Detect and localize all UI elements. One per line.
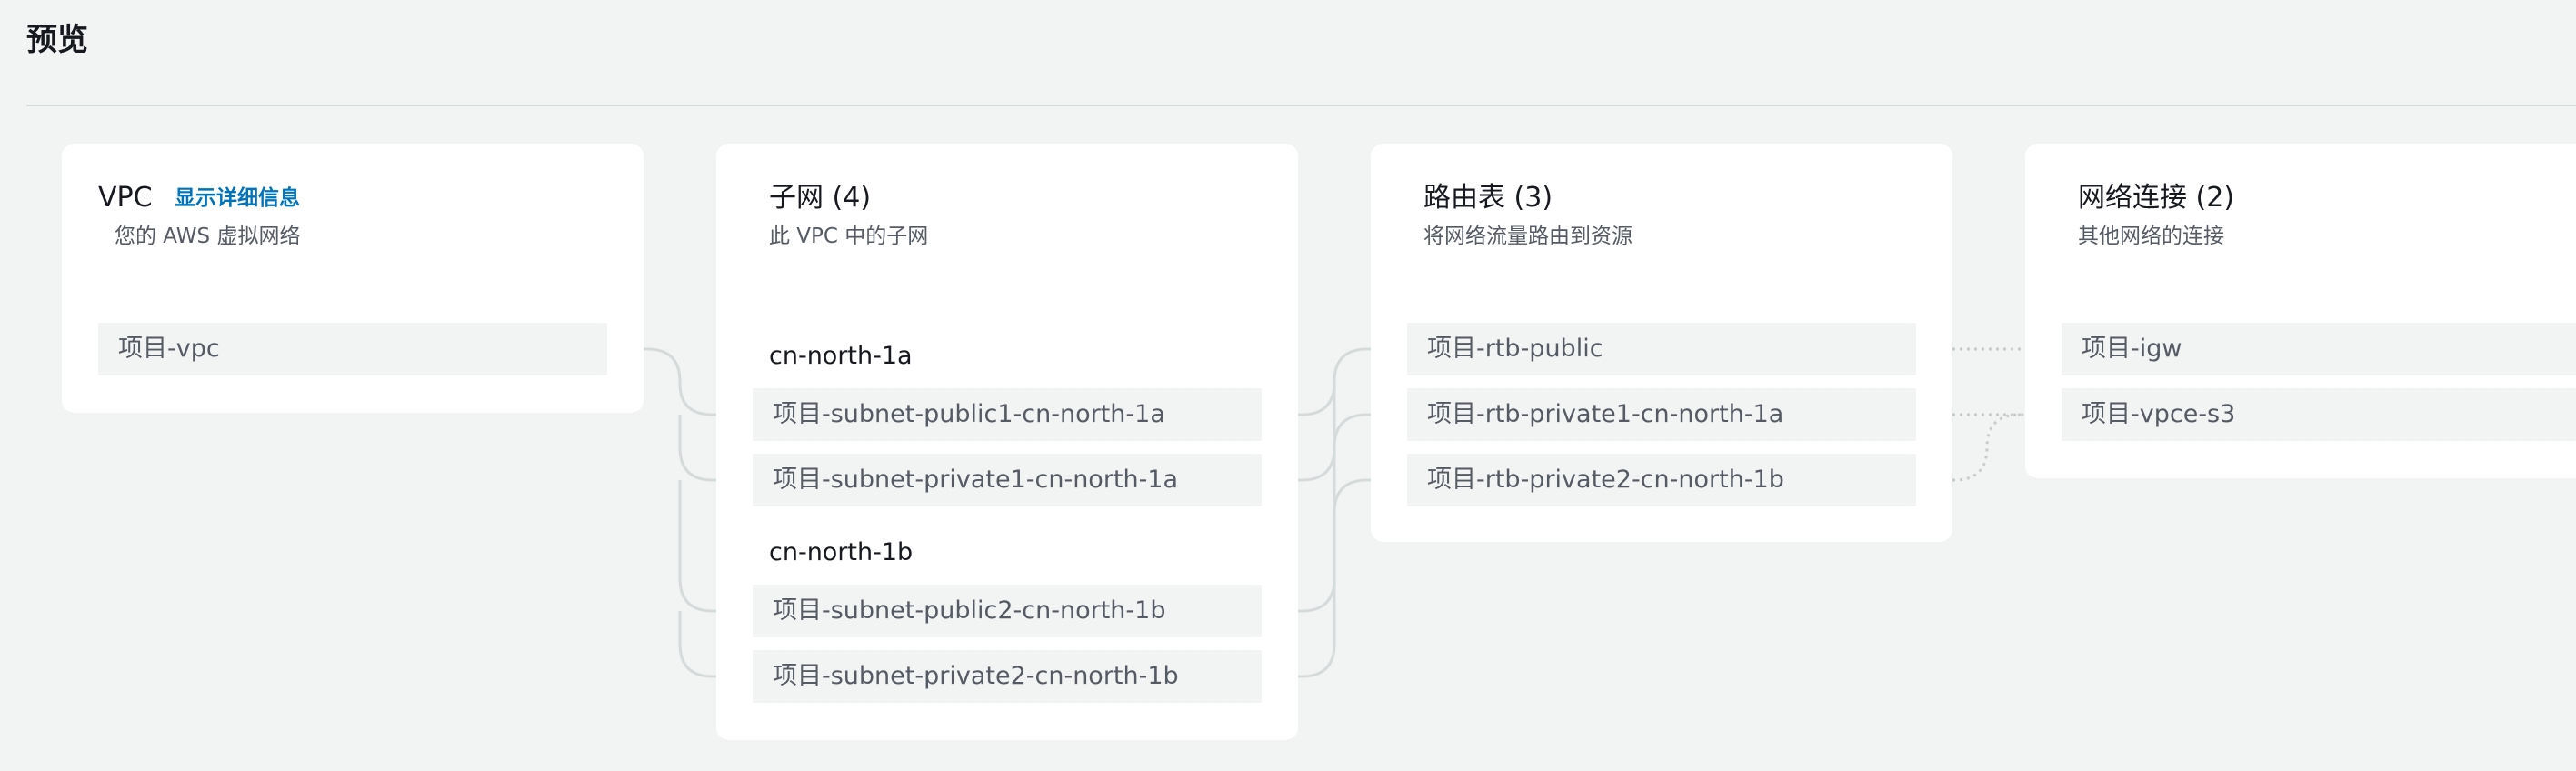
network-connections-card: 网络连接 (2) 其他网络的连接 项目-igw 项目-vpce-s3: [2025, 144, 2576, 478]
show-details-link[interactable]: 显示详细信息: [175, 184, 300, 213]
subnets-card-title: 子网 (4): [769, 182, 872, 214]
page-title: 预览: [26, 22, 88, 58]
network-connection-item[interactable]: 项目-vpce-s3: [2062, 388, 2576, 441]
vpc-card: VPC 显示详细信息 您的 AWS 虚拟网络 项目-vpc: [62, 144, 644, 413]
vpc-card-description: 您的 AWS 虚拟网络: [115, 225, 301, 248]
vpc-item[interactable]: 项目-vpc: [98, 323, 607, 375]
route-tables-card-description: 将网络流量路由到资源: [1423, 225, 1632, 248]
subnet-item[interactable]: 项目-subnet-public1-cn-north-1a: [753, 388, 1262, 441]
route-tables-card: 路由表 (3) 将网络流量路由到资源 项目-rtb-public 项目-rtb-…: [1371, 144, 1952, 542]
subnet-item[interactable]: 项目-subnet-private1-cn-north-1a: [753, 454, 1262, 506]
header-divider: [26, 105, 2576, 106]
vpc-preview-page: 预览 VPC 显示详细信息 您的 AWS 虚拟网络 项目-vpc 子网 (4) …: [0, 0, 2576, 771]
subnet-item[interactable]: 项目-subnet-public2-cn-north-1b: [753, 585, 1262, 637]
az-label-cn-north-1a: cn-north-1a: [769, 342, 913, 370]
route-table-item[interactable]: 项目-rtb-public: [1407, 323, 1916, 375]
route-table-item[interactable]: 项目-rtb-private1-cn-north-1a: [1407, 388, 1916, 441]
subnets-card: 子网 (4) 此 VPC 中的子网 cn-north-1a 项目-subnet-…: [716, 144, 1298, 740]
subnets-card-description: 此 VPC 中的子网: [769, 225, 929, 248]
network-connections-card-description: 其他网络的连接: [2078, 225, 2224, 248]
network-connections-card-title: 网络连接 (2): [2078, 182, 2235, 214]
route-table-item[interactable]: 项目-rtb-private2-cn-north-1b: [1407, 454, 1916, 506]
subnet-item[interactable]: 项目-subnet-private2-cn-north-1b: [753, 650, 1262, 703]
az-label-cn-north-1b: cn-north-1b: [769, 538, 914, 566]
network-connection-item[interactable]: 项目-igw: [2062, 323, 2576, 375]
vpc-card-title: VPC: [98, 182, 153, 214]
route-tables-card-title: 路由表 (3): [1423, 182, 1553, 214]
